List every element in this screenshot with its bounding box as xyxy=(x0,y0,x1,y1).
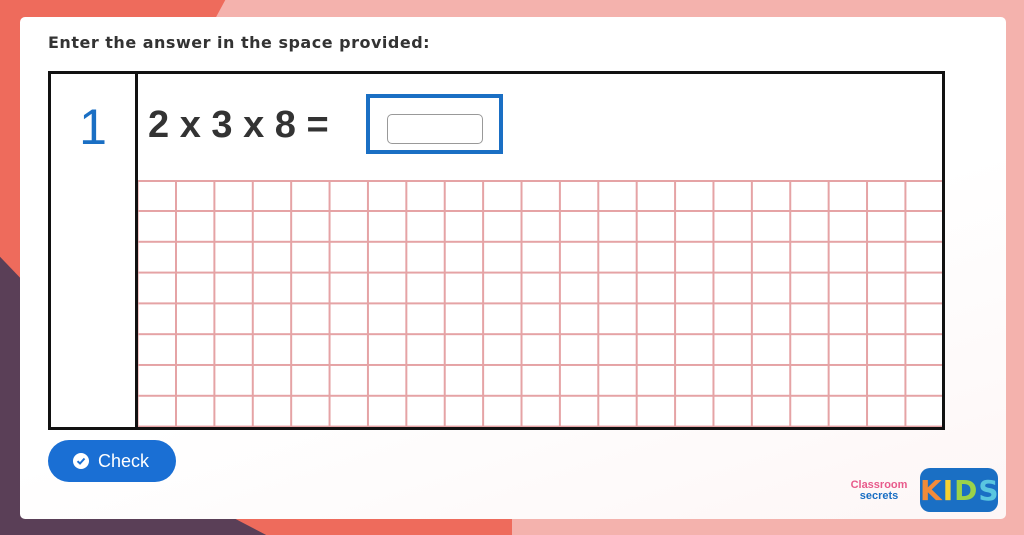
activity-card: Enter the answer in the space provided: … xyxy=(20,17,1006,519)
check-circle-icon xyxy=(73,453,89,469)
question-box: 1 2 x 3 x 8 = xyxy=(48,71,945,430)
kids-logo: KIDS xyxy=(920,468,1000,512)
instruction-text: Enter the answer in the space provided: xyxy=(48,33,431,52)
answer-input[interactable] xyxy=(387,114,483,144)
answer-frame xyxy=(366,94,503,154)
check-button-label: Check xyxy=(98,451,150,471)
equation-text: 2 x 3 x 8 = xyxy=(148,104,329,146)
question-number-cell: 1 xyxy=(51,74,138,427)
working-grid xyxy=(138,180,942,427)
kids-logo-text: KIDS xyxy=(920,474,1000,507)
check-button[interactable]: Check xyxy=(48,440,176,482)
question-area: 2 x 3 x 8 = xyxy=(138,74,942,427)
classroom-secrets-logo: Classroom secrets xyxy=(842,479,916,509)
question-number: 1 xyxy=(79,99,107,155)
classroom-secrets-logo-line2: secrets xyxy=(859,490,899,502)
